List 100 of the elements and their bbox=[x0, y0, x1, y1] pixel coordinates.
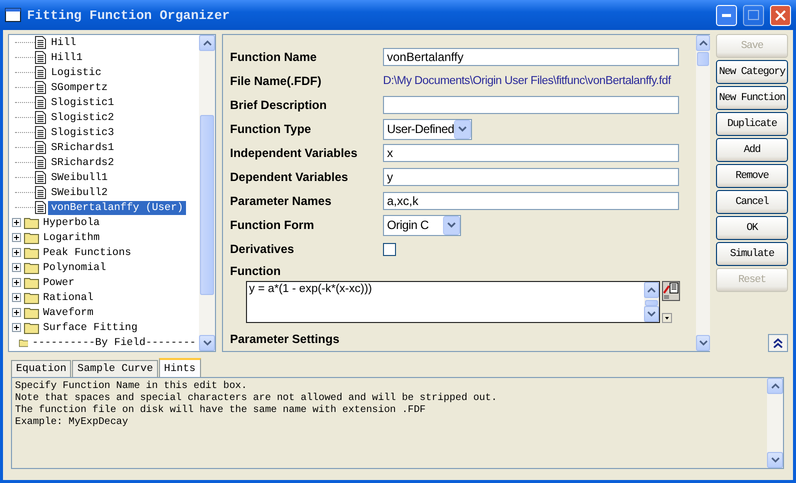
tree-item[interactable]: SRichards1 bbox=[48, 140, 118, 154]
tab[interactable]: Sample Curve bbox=[72, 360, 158, 377]
document-icon bbox=[35, 201, 46, 214]
expand-icon[interactable] bbox=[12, 263, 21, 272]
tree-item[interactable]: Waveform bbox=[40, 306, 96, 320]
maximize-icon bbox=[748, 10, 759, 20]
folder-icon bbox=[24, 216, 39, 228]
field-label: Independent Variables bbox=[230, 146, 358, 160]
field-label: Dependent Variables bbox=[230, 170, 350, 184]
window-title: Fitting Function Organizer bbox=[27, 8, 231, 22]
field-label: Parameter Settings bbox=[230, 332, 340, 346]
document-icon bbox=[35, 111, 46, 124]
tree-item[interactable]: SWeibull1 bbox=[48, 170, 111, 184]
file-path: D:\My Documents\Origin User Files\fitfunc\vonBertalanffy.fdf bbox=[383, 75, 671, 88]
scrollbar[interactable] bbox=[644, 282, 659, 322]
dialog-button[interactable]: OK bbox=[716, 216, 788, 240]
expand-icon[interactable] bbox=[12, 308, 21, 317]
folder-icon bbox=[24, 262, 39, 274]
document-icon bbox=[35, 51, 46, 64]
minimize-icon bbox=[722, 14, 731, 16]
scrollbar[interactable] bbox=[767, 378, 783, 468]
text-field[interactable]: x bbox=[383, 144, 679, 162]
tree-item[interactable]: Rational bbox=[40, 290, 96, 304]
field-label: Derivatives bbox=[230, 242, 296, 256]
scrollbar[interactable] bbox=[696, 35, 710, 351]
window-icon bbox=[5, 8, 21, 22]
expand-icon[interactable] bbox=[12, 323, 21, 332]
field-label: Brief Description bbox=[230, 98, 328, 112]
folder-icon bbox=[24, 306, 39, 318]
tab[interactable]: Equation bbox=[11, 360, 72, 377]
expand-icon[interactable] bbox=[12, 218, 21, 227]
scrollbar[interactable] bbox=[199, 35, 215, 351]
dialog-button[interactable]: Duplicate bbox=[716, 112, 788, 136]
hint-line: Example: MyExpDecay bbox=[15, 417, 130, 429]
tree-item[interactable]: Logarithm bbox=[40, 230, 103, 244]
expand-icon[interactable] bbox=[12, 293, 21, 302]
text-field[interactable]: y bbox=[383, 168, 679, 186]
text-field[interactable] bbox=[383, 96, 679, 114]
scroll-thumb[interactable] bbox=[200, 115, 214, 295]
tree-item[interactable]: Hyperbola bbox=[40, 216, 103, 230]
tree-item[interactable]: SWeibull2 bbox=[48, 186, 111, 200]
tree-item[interactable]: Logistic bbox=[48, 66, 104, 80]
field-label: Function bbox=[230, 264, 282, 278]
close-icon bbox=[775, 10, 786, 20]
tab[interactable]: Hints bbox=[159, 358, 201, 377]
dialog-button[interactable]: New Category bbox=[716, 60, 788, 84]
collapse-button[interactable] bbox=[768, 334, 788, 352]
tree-item[interactable]: SRichards2 bbox=[48, 156, 118, 170]
dropdown[interactable]: User-Defined bbox=[383, 118, 472, 140]
document-icon bbox=[35, 81, 46, 94]
document-icon bbox=[35, 141, 46, 154]
tree-item[interactable]: SGompertz bbox=[48, 80, 111, 94]
dropdown[interactable]: Origin C bbox=[383, 214, 461, 236]
expand-icon[interactable] bbox=[12, 278, 21, 287]
folder-icon bbox=[24, 322, 39, 334]
tree-item[interactable]: vonBertalanffy (User) bbox=[48, 200, 186, 214]
tree-item[interactable]: Surface Fitting bbox=[40, 320, 141, 334]
caret-icon[interactable] bbox=[662, 312, 672, 323]
hint-line: The function file on disk will have the same name with extension .FDF bbox=[15, 405, 427, 416]
scroll-thumb[interactable] bbox=[645, 300, 658, 306]
hint-line: Specify Function Name in this edit box. bbox=[15, 381, 248, 392]
folder-icon bbox=[24, 292, 39, 304]
tree-item[interactable]: Slogistic3 bbox=[48, 126, 118, 140]
field-label: Function Name bbox=[230, 50, 318, 64]
document-icon bbox=[35, 126, 46, 139]
document-icon bbox=[35, 66, 46, 79]
dialog-button[interactable]: Cancel bbox=[716, 190, 788, 214]
document-icon bbox=[35, 156, 46, 169]
text-field[interactable]: vonBertalanffy bbox=[383, 48, 679, 66]
hint-line: Note that spaces and special characters are not allowed and will be stripped out. bbox=[15, 393, 498, 404]
scroll-thumb[interactable] bbox=[697, 52, 709, 66]
expand-icon[interactable] bbox=[12, 248, 21, 257]
field-label: Function Form bbox=[230, 218, 315, 232]
dialog-button[interactable]: Add bbox=[716, 138, 788, 162]
field-label: File Name(.FDF) bbox=[230, 74, 322, 88]
tree-item[interactable]: Peak Functions bbox=[40, 246, 134, 260]
close-button[interactable] bbox=[770, 4, 791, 26]
editor-icon[interactable] bbox=[662, 280, 680, 301]
document-icon bbox=[35, 96, 46, 109]
double-up-chevron-icon bbox=[773, 338, 783, 348]
tree-item[interactable]: Power bbox=[40, 276, 78, 290]
expand-icon[interactable] bbox=[12, 233, 21, 242]
tree-item[interactable]: Slogistic1 bbox=[48, 96, 118, 110]
dialog-button[interactable]: Simulate bbox=[716, 242, 788, 266]
text-field[interactable]: a,xc,k bbox=[383, 192, 679, 210]
field-label: Parameter Names bbox=[230, 194, 332, 208]
checkbox[interactable] bbox=[383, 242, 396, 256]
dialog-button[interactable]: Remove bbox=[716, 164, 788, 188]
folder-icon bbox=[24, 276, 39, 288]
tree-item[interactable]: ----------By Field-------- bbox=[29, 336, 199, 350]
maximize-button[interactable] bbox=[743, 4, 764, 26]
minimize-button[interactable] bbox=[716, 4, 737, 26]
tree-item[interactable]: Hill bbox=[48, 36, 80, 50]
tree-item[interactable]: Polynomial bbox=[40, 260, 110, 274]
document-icon bbox=[35, 186, 46, 199]
folder-icon bbox=[24, 246, 39, 258]
field-label: Function Type bbox=[230, 122, 312, 136]
tree-item[interactable]: Slogistic2 bbox=[48, 110, 118, 124]
tree-item[interactable]: Hill1 bbox=[48, 50, 86, 64]
dialog-button[interactable]: New Function bbox=[716, 86, 788, 110]
